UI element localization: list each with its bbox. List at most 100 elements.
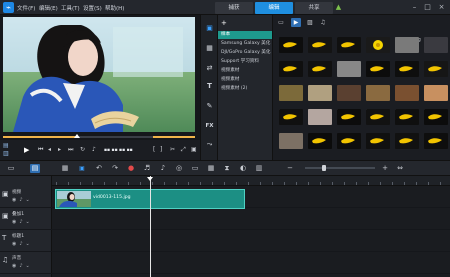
zoom-slider[interactable]	[305, 167, 375, 169]
menu-file[interactable]: 文件(F)	[17, 4, 35, 12]
track-header[interactable]: T 标题1 ◉♪⌄	[0, 230, 52, 252]
go-end-icon[interactable]: ⏭	[68, 146, 73, 154]
time-remap-icon[interactable]: ⧗	[222, 164, 232, 173]
media-thumbnail[interactable]: 1.jpg	[337, 37, 365, 59]
library-folder[interactable]: Support 学习资料	[218, 58, 273, 66]
tab-capture[interactable]: 捕获	[215, 2, 253, 14]
volume-icon[interactable]: ♪	[92, 146, 96, 154]
media-icon[interactable]: ▣	[204, 23, 215, 33]
media-thumbnail[interactable]	[395, 61, 423, 83]
media-thumbnail[interactable]: bg_gal.jpg	[395, 37, 423, 59]
timecode[interactable]: ▪▪ ▪▪ ▪▪ ▪▪	[104, 147, 133, 155]
media-thumbnail[interactable]	[337, 61, 365, 83]
tab-share[interactable]: 共享	[295, 2, 333, 14]
menu-tools[interactable]: 工具(T)	[61, 4, 80, 12]
path-icon[interactable]: ⤳	[204, 139, 215, 149]
media-thumbnail[interactable]: a04.jpg	[366, 85, 394, 107]
media-thumbnail[interactable]: b03.jpg	[337, 109, 365, 131]
track-header[interactable]: ▣ 叠加1 ◉♪⌄	[0, 208, 52, 230]
maximize-icon[interactable]: □	[423, 3, 432, 12]
split-icon[interactable]: ✂	[170, 146, 175, 154]
media-thumbnail[interactable]	[279, 61, 307, 83]
upload-icon[interactable]: ▲	[334, 3, 343, 12]
media-thumbnail[interactable]: a05.jpg	[395, 85, 423, 107]
track-toggle-icon[interactable]: ◉♪⌄	[12, 219, 33, 225]
playhead[interactable]	[150, 176, 151, 277]
track-toggle-icon[interactable]: ◉♪⌄	[12, 197, 33, 203]
media-thumbnail[interactable]	[308, 133, 336, 155]
track-lane[interactable]	[52, 208, 450, 230]
media-thumbnail[interactable]	[424, 61, 450, 83]
title-icon[interactable]: T	[204, 81, 215, 91]
playhead-handle[interactable]	[147, 177, 153, 181]
library-folder[interactable]: 视频素材	[218, 67, 273, 75]
media-thumbnail[interactable]	[279, 37, 307, 59]
project-mode-icon[interactable]: ▤	[3, 142, 9, 150]
media-thumbnail[interactable]	[308, 61, 336, 83]
media-thumbnail[interactable]: b04.jpg	[366, 109, 394, 131]
mask-creator-icon[interactable]: ◐	[238, 164, 248, 173]
track-lane[interactable]	[52, 252, 450, 274]
media-thumbnail[interactable]: b05.jpg	[395, 109, 423, 131]
timeline-ruler[interactable]	[52, 176, 450, 186]
track-manager-icon[interactable]: ▦	[60, 164, 70, 173]
prev-frame-icon[interactable]: ◂	[48, 146, 51, 154]
track-header[interactable]: ▣ 视频 ◉♪⌄	[0, 186, 52, 208]
timeline-view-icon[interactable]: ▤	[30, 164, 40, 173]
library-folder[interactable]: 视频素材 (2)	[218, 85, 273, 93]
fit-project-icon[interactable]: ⇔	[395, 164, 405, 173]
menu-help[interactable]: 帮助(H)	[105, 4, 124, 12]
media-thumbnail[interactable]: b02.jpg	[308, 109, 336, 131]
show-audio-icon[interactable]: ♫	[318, 18, 328, 27]
media-thumbnail[interactable]	[308, 37, 336, 59]
media-thumbnail[interactable]	[395, 133, 423, 155]
media-thumbnail[interactable]: b06.jpg	[424, 109, 450, 131]
subtitle-icon[interactable]: ▭	[190, 164, 200, 173]
track-lane[interactable]	[52, 230, 450, 252]
repeat-icon[interactable]: ↻	[80, 146, 85, 154]
library-folder[interactable]: 样本	[218, 31, 273, 39]
fx-icon[interactable]: FX	[204, 121, 215, 131]
menu-settings[interactable]: 设置(S)	[83, 4, 102, 12]
zoom-slider-handle[interactable]	[322, 165, 326, 171]
motion-tracking-icon[interactable]: ◎	[174, 164, 184, 173]
record-icon[interactable]: ●	[126, 164, 136, 173]
zoom-out-icon[interactable]: −	[285, 164, 295, 173]
tab-edit[interactable]: 编辑	[255, 2, 293, 14]
redo-icon[interactable]: ↷	[110, 164, 120, 173]
instant-project-icon[interactable]: ▦	[204, 43, 215, 53]
media-thumbnail[interactable]: b01.jpg	[279, 109, 307, 131]
library-folder[interactable]: 视频素材	[218, 76, 273, 84]
multicam-icon[interactable]: ▦	[206, 164, 216, 173]
split-screen-icon[interactable]: ▥	[254, 164, 264, 173]
show-video-icon[interactable]: ▶	[291, 18, 301, 27]
undo-group-icon[interactable]: ▣	[77, 164, 87, 173]
storyboard-view-icon[interactable]: ▭	[6, 164, 16, 173]
mark-out-icon[interactable]: ]	[160, 146, 162, 154]
show-photo-icon[interactable]: ▨	[305, 18, 315, 27]
media-thumbnail[interactable]: cl.jpg	[424, 37, 450, 59]
menu-edit[interactable]: 编辑(E)	[39, 4, 58, 12]
media-thumbnail[interactable]	[366, 133, 394, 155]
media-thumbnail[interactable]	[279, 133, 307, 155]
media-thumbnail[interactable]	[337, 133, 365, 155]
preview-settings-icon[interactable]: ▣	[191, 146, 197, 154]
media-thumbnail[interactable]: a06.jpg	[424, 85, 450, 107]
media-thumbnail[interactable]	[424, 133, 450, 155]
clip-mode-icon[interactable]: ▥	[3, 150, 9, 158]
add-folder-button[interactable]: +	[221, 19, 227, 27]
zoom-in-icon[interactable]: +	[380, 164, 390, 173]
track-toggle-icon[interactable]: ◉♪⌄	[12, 263, 33, 269]
media-thumbnail[interactable]: a02.jpg	[308, 85, 336, 107]
go-start-icon[interactable]: ⏮	[38, 146, 43, 154]
sound-mixer-icon[interactable]: ♬	[142, 164, 152, 173]
undo-icon[interactable]: ↶	[94, 164, 104, 173]
next-frame-icon[interactable]: ▸	[58, 146, 61, 154]
library-folder[interactable]: Samsung Galaxy 美化	[218, 40, 273, 48]
minimize-icon[interactable]: –	[410, 3, 419, 12]
graphics-icon[interactable]: ✎	[204, 101, 215, 111]
track-header[interactable]: ♫ 声音 ◉♪⌄	[0, 252, 52, 274]
transition-icon[interactable]: ⇄	[204, 63, 215, 73]
import-icon[interactable]: ▭	[276, 18, 286, 27]
library-folder[interactable]: DJI/GoPro Galaxy 美化	[218, 49, 273, 57]
